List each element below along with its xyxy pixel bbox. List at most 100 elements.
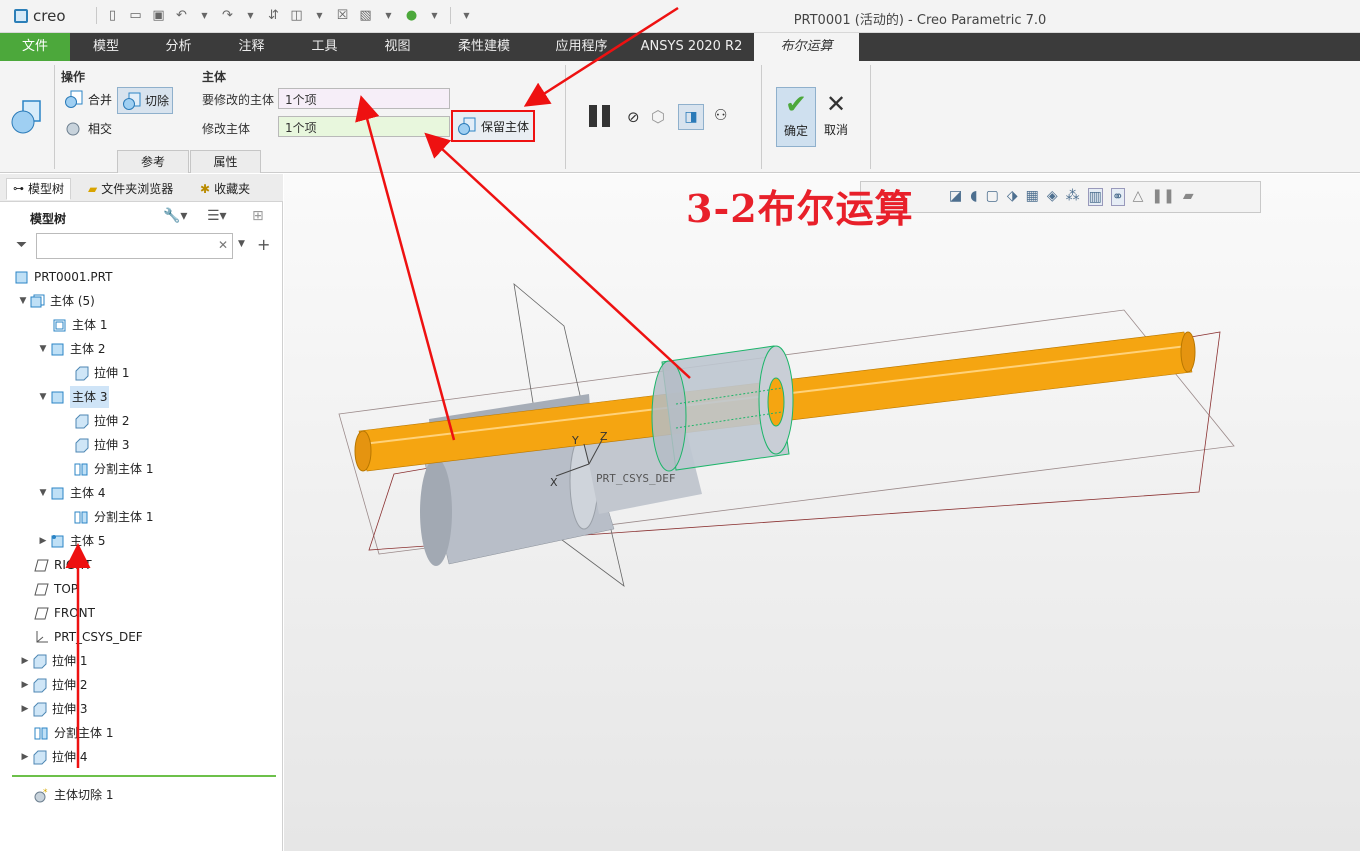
expand-icon[interactable]: ▶ (18, 698, 32, 720)
tree-columns-icon[interactable]: ☰▾ (207, 208, 227, 224)
split-body-icon (34, 726, 49, 740)
collapse-icon[interactable]: ▼ (36, 482, 50, 504)
tree-item-body-5[interactable]: ▶ 主体 5 (36, 530, 106, 552)
saved-orientations-icon[interactable]: ◪ (949, 188, 962, 206)
spin-center-icon[interactable]: ⚭ (1110, 188, 1125, 206)
rod-end-right (1180, 331, 1196, 373)
collapse-icon[interactable]: ▼ (36, 338, 50, 360)
tree-item-extrude-1[interactable]: 拉伸 1 (74, 362, 129, 384)
tree-item-label: 拉伸 3 (94, 438, 130, 452)
tree-item-body-2[interactable]: ▼ 主体 2 (36, 338, 106, 360)
tree-item-split-body[interactable]: 分割主体 1 (74, 506, 153, 528)
ok-button[interactable]: ✔ 确定 (776, 87, 816, 147)
cancel-button[interactable]: ✕ 取消 (818, 87, 854, 147)
extrude-icon (32, 702, 47, 716)
tab-view[interactable]: 视图 (361, 33, 434, 61)
tree-item-bodies[interactable]: ▼ 主体 (5) (16, 290, 95, 312)
tab-analysis[interactable]: 分析 (142, 33, 215, 61)
tree-item-label: 主体 (5) (50, 294, 95, 308)
cut-label: 切除 (145, 94, 170, 108)
tab-tools[interactable]: 工具 (288, 33, 361, 61)
feature-preview-icon[interactable]: ◨ (678, 104, 704, 130)
tree-item-extrude-2b[interactable]: ▶ 拉伸 2 (18, 674, 87, 696)
collapse-icon[interactable]: ▼ (36, 386, 50, 408)
tree-item-plane-front[interactable]: FRONT (34, 602, 95, 624)
view-manager-icon[interactable]: ▢ (986, 188, 999, 206)
insert-here-marker[interactable] (12, 775, 276, 777)
tab-model-tree[interactable]: ⊶ 模型树 (6, 178, 72, 200)
datum-display-icon[interactable]: ⁂ (1066, 188, 1080, 206)
tab-annotate[interactable]: 注释 (215, 33, 288, 61)
tree-item-label: 主体 3 (70, 386, 110, 408)
tab-favorites[interactable]: ✱ 收藏夹 (200, 178, 250, 200)
tree-item-label: 主体 4 (70, 486, 106, 500)
boolean-feature-icon (11, 100, 41, 134)
tree-item-extrude-3b[interactable]: ▶ 拉伸 3 (18, 698, 87, 720)
tab-references[interactable]: 参考 (117, 150, 189, 173)
part-icon (14, 270, 29, 284)
coordinate-system-icon (34, 630, 49, 644)
tree-item-csys[interactable]: PRT_CSYS_DEF (34, 626, 143, 648)
tree-item-extrude-4[interactable]: ▶ 拉伸 4 (18, 746, 87, 768)
expand-icon[interactable]: ▶ (18, 746, 32, 768)
tree-item-extrude-2[interactable]: 拉伸 2 (74, 410, 129, 432)
pause-icon[interactable] (589, 105, 613, 129)
expand-icon[interactable]: ▶ (18, 650, 32, 672)
tab-ansys[interactable]: ANSYS 2020 R2 (629, 33, 754, 61)
tab-folder-browser[interactable]: ▰ 文件夹浏览器 (88, 178, 173, 200)
tree-item-plane-top[interactable]: TOP (34, 578, 78, 600)
extrude-icon (32, 750, 47, 764)
intersect-option[interactable]: 相交 (64, 119, 112, 137)
tree-item-body-4[interactable]: ▼ 主体 4 (36, 482, 106, 504)
tree-item-split-body[interactable]: 分割主体 1 (74, 458, 153, 480)
tab-boolean[interactable]: 布尔运算 (754, 33, 859, 61)
extrude-icon (74, 414, 89, 428)
tab-properties[interactable]: 属性 (190, 150, 261, 173)
render-icon[interactable]: ▦ (1026, 188, 1039, 206)
tree-item-plane-right[interactable]: RIGHT (34, 554, 92, 576)
clear-search-icon[interactable]: ✕ (218, 238, 228, 252)
keep-body-button[interactable]: 保留主体 (451, 110, 535, 142)
expand-icon[interactable]: ▶ (36, 530, 50, 552)
modifier-body-field[interactable]: 1个项 (278, 116, 450, 137)
modify-body-field[interactable]: 1个项 (278, 88, 450, 109)
tree-item-label: 主体切除 1 (54, 788, 114, 802)
show-hidden-icon[interactable]: ▰ (1183, 188, 1194, 206)
tree-item-extrude-3[interactable]: 拉伸 3 (74, 434, 129, 456)
perspective-icon[interactable]: ⬗ (1007, 188, 1018, 206)
geometry-preview-icon[interactable]: ⬡ (651, 107, 665, 126)
add-filter-icon[interactable]: + (257, 235, 270, 254)
tab-applications[interactable]: 应用程序 (534, 33, 629, 61)
ribbon-separator (54, 65, 55, 169)
tree-item-body-cut[interactable]: * 主体切除 1 (34, 784, 113, 806)
tree-settings-icon[interactable]: 🔧▾ (163, 208, 187, 224)
no-preview-icon[interactable]: ⊘ (627, 108, 640, 126)
verify-glasses-icon[interactable]: ⚇ (714, 106, 727, 124)
merge-option[interactable]: 合并 (64, 90, 112, 108)
tab-file[interactable]: 文件 (0, 33, 70, 61)
appearance-toggle-icon[interactable]: △ (1133, 188, 1144, 206)
tree-item-split-body-b[interactable]: 分割主体 1 (34, 722, 113, 744)
tree-item-label: 拉伸 1 (94, 366, 130, 380)
search-dropdown-icon[interactable]: ▼ (238, 239, 245, 249)
tab-model[interactable]: 模型 (70, 33, 142, 61)
tree-item-part[interactable]: PRT0001.PRT (14, 266, 112, 288)
display-style-icon[interactable]: ◖ (970, 188, 977, 206)
cut-button[interactable]: 切除 (117, 87, 173, 114)
section-icon[interactable]: ◈ (1047, 188, 1058, 206)
model-viewport[interactable]: Y Z X PRT_CSYS_DEF (284, 174, 1360, 851)
cancel-label: 取消 (823, 123, 848, 137)
collapse-icon[interactable]: ▼ (16, 290, 30, 312)
tree-item-extrude-1b[interactable]: ▶ 拉伸 1 (18, 650, 87, 672)
tree-item-body-3[interactable]: ▼ 主体 3 (36, 386, 110, 408)
keep-body-label: 保留主体 (480, 119, 529, 134)
annotation-display-icon[interactable]: ▥ (1087, 188, 1103, 206)
tab-flexible-modeling[interactable]: 柔性建模 (434, 33, 534, 61)
ribbon-separator (870, 65, 871, 169)
tree-search-input[interactable]: ✕ (36, 233, 233, 259)
show-icon[interactable]: ⊞ (252, 208, 264, 224)
expand-icon[interactable]: ▶ (18, 674, 32, 696)
tree-item-body-1[interactable]: 主体 1 (52, 314, 107, 336)
tree-item-label: PRT_CSYS_DEF (54, 630, 143, 644)
pause-animation-icon[interactable]: ❚❚ (1151, 188, 1174, 206)
